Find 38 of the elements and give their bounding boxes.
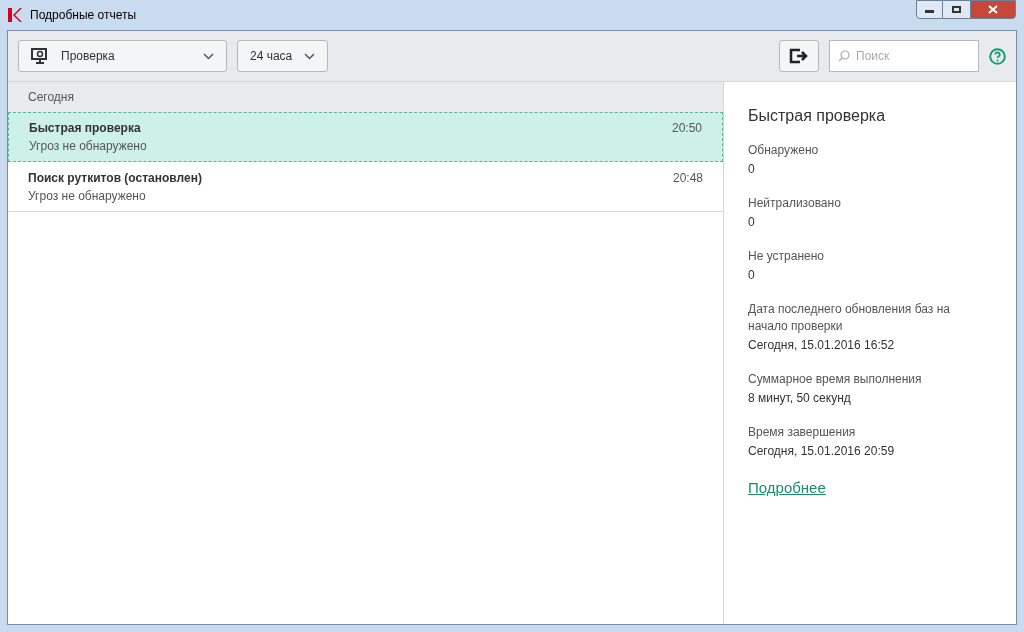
group-header: Сегодня	[28, 89, 74, 106]
chevron-down-icon	[304, 52, 316, 60]
field-label: Время завершения	[748, 424, 857, 441]
export-icon	[789, 48, 809, 64]
report-title: Поиск руткитов (остановлен)	[28, 169, 202, 187]
maximize-button[interactable]	[943, 0, 970, 19]
field-value: 8 минут, 50 секунд	[748, 390, 852, 407]
chevron-down-icon	[203, 52, 214, 60]
details-link[interactable]: Подробнее	[748, 477, 826, 500]
close-icon	[988, 5, 998, 14]
field-value: 0	[748, 267, 756, 284]
minimize-button[interactable]	[916, 0, 943, 19]
report-time: 20:48	[672, 169, 703, 187]
report-status: Угроз не обнаружено	[28, 187, 147, 205]
help-icon[interactable]	[989, 47, 1006, 65]
app-logo-icon	[8, 8, 22, 22]
category-dropdown[interactable]: Проверка	[18, 40, 227, 72]
field-value: Сегодня, 15.01.2016 16:52	[748, 337, 896, 354]
export-button[interactable]	[779, 40, 819, 72]
field-value: 0	[748, 161, 756, 178]
period-dropdown[interactable]: 24 часа	[237, 40, 329, 72]
field-label: Суммарное время выполнения	[748, 371, 923, 388]
search-field[interactable]: Поиск	[829, 40, 979, 72]
monitor-search-icon	[31, 47, 49, 65]
window-title: Подробные отчеты	[30, 7, 137, 24]
close-button[interactable]	[970, 0, 1016, 19]
field-value: 0	[748, 214, 756, 231]
details-title: Быстрая проверка	[748, 106, 887, 126]
field-label: Не устранено	[748, 248, 825, 265]
field-label: Обнаружено	[748, 142, 820, 159]
field-value: Сегодня, 15.01.2016 20:59	[748, 443, 896, 460]
field-label: Нейтрализовано	[748, 195, 842, 212]
report-item[interactable]: Быстрая проверка 20:50 Угроз не обнаружено	[8, 112, 723, 162]
report-status: Угроз не обнаружено	[29, 138, 148, 155]
report-title: Быстрая проверка	[29, 120, 141, 137]
field-label: Дата последнего обновления баз на начало проверки	[748, 301, 951, 335]
search-icon	[838, 50, 850, 62]
report-time: 20:50	[671, 120, 702, 137]
